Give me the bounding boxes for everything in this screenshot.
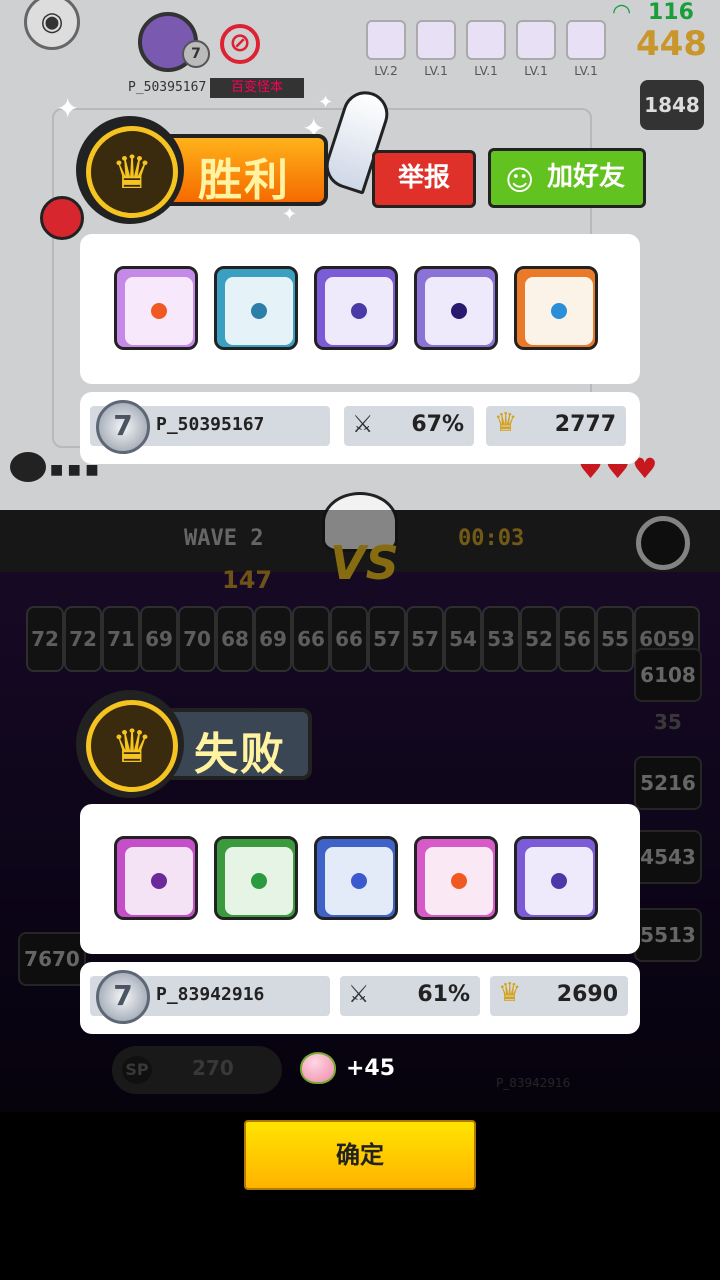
defeat-label: 失败: [194, 729, 286, 780]
wind-card: [214, 836, 298, 920]
crossed-swords-icon: ⚔: [352, 410, 374, 438]
winner-name: P_50395167: [156, 414, 265, 435]
add-friend-label: 加好友: [547, 162, 626, 192]
loser-deck: [80, 804, 640, 954]
winner-info: 7 P_50395167 ⚔ 67% ♛ 2777: [80, 392, 640, 464]
deck-slot-1: [366, 20, 406, 60]
trophy-icon: ♛: [111, 145, 153, 199]
trophy-icon: ♛: [498, 978, 522, 1008]
winner-deck: [80, 234, 640, 384]
deck-slot-4: [516, 20, 556, 60]
trophy-icon: ♛: [111, 719, 153, 773]
ping-value: 116: [648, 0, 694, 25]
claw-icon: [40, 196, 84, 240]
report-button[interactable]: 举报: [372, 150, 476, 208]
devil-icon: [10, 452, 46, 482]
loser-name-pill: 7 P_83942916: [90, 970, 330, 1024]
loser-name: P_83942916: [156, 984, 265, 1005]
opponent-side-value: 1848: [640, 80, 704, 130]
deck-slot-2: [416, 20, 456, 60]
vortex-card: [214, 266, 298, 350]
loser-trophies: 2690: [556, 982, 618, 1007]
sparkle-icon: ✦: [318, 92, 334, 113]
sun-card: [114, 266, 198, 350]
winner-name-pill: 7 P_50395167: [90, 400, 330, 454]
crossed-swords-icon: ⚔: [348, 980, 370, 1008]
ban-icon[interactable]: ⊘: [220, 24, 260, 64]
deck-slot-2-level: LV.1: [424, 64, 448, 78]
rank-shield-icon: 7: [96, 400, 150, 454]
deck-slot-3: [466, 20, 506, 60]
sparkle-icon: ✦: [56, 92, 80, 125]
eye-card: [514, 836, 598, 920]
winner-winrate-pill: ⚔ 67%: [344, 406, 474, 446]
deck-slot-3-level: LV.1: [474, 64, 498, 78]
winner-trophy-pill: ♛ 2777: [486, 406, 626, 446]
winner-trophies: 2777: [554, 412, 616, 437]
eye-card: [314, 266, 398, 350]
victory-trophy-badge: ♛: [76, 116, 184, 224]
deck-slot-5: [566, 20, 606, 60]
deck-slot-1-level: LV.2: [374, 64, 398, 78]
loser-trophy-pill: ♛ 2690: [490, 976, 628, 1016]
dots-icon: ■ ■ ■: [50, 462, 99, 478]
opponent-tag: 百变怪本: [210, 78, 304, 98]
gear-card: [314, 836, 398, 920]
loser-winrate-pill: ⚔ 61%: [340, 976, 480, 1016]
opponent-name: P_50395167: [128, 80, 207, 95]
lightning-card: [414, 266, 498, 350]
loser-winrate: 61%: [417, 982, 470, 1007]
reward-amount: +45: [346, 1056, 396, 1081]
trophy-icon: ♛: [494, 408, 518, 438]
confirm-button[interactable]: 确定: [244, 1120, 476, 1190]
loser-info: 7 P_83942916 ⚔ 61% ♛ 2690: [80, 962, 640, 1034]
rank-shield-icon: 7: [96, 970, 150, 1024]
add-person-icon: ☺: [505, 164, 535, 197]
arrow-card: [114, 836, 198, 920]
deck-slot-5-level: LV.1: [574, 64, 598, 78]
winner-winrate: 67%: [411, 412, 464, 437]
player-level-badge: 7: [182, 40, 210, 68]
deck-slot-4-level: LV.1: [524, 64, 548, 78]
victory-label: 胜利: [198, 155, 290, 206]
add-friend-button[interactable]: ☺ 加好友: [488, 148, 646, 208]
infinity-card: [514, 266, 598, 350]
sun-card: [414, 836, 498, 920]
defeat-trophy-badge: ♛: [76, 690, 184, 798]
opponent-gold: 448: [636, 24, 707, 64]
target-icon: ◉: [24, 0, 80, 50]
wifi-icon: ◠: [612, 0, 632, 25]
peach-icon: [300, 1052, 336, 1084]
